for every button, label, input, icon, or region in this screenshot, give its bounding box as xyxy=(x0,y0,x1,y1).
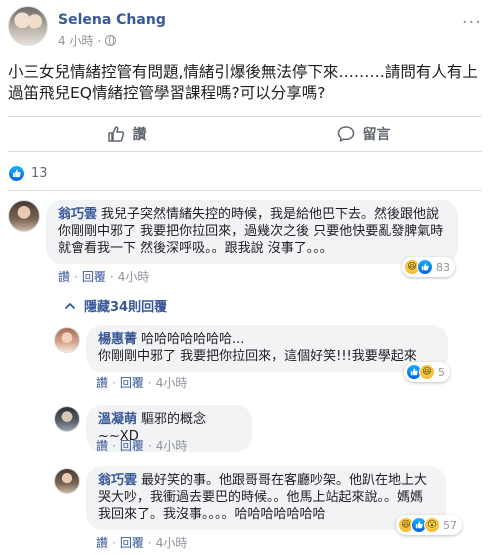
comment-time[interactable]: 4小時 xyxy=(118,268,150,285)
reply-reactions[interactable]: 😆 😮 57 xyxy=(396,515,462,535)
comment-label: 留言 xyxy=(362,127,391,143)
reply-text-line2: 你剛剛中邪了 我要把你拉回來，這個好笑!!!我要學起來 xyxy=(98,349,417,364)
like-reaction-icon xyxy=(8,164,25,182)
post-header: Selena Chang 4 小時 · ··· xyxy=(8,6,482,50)
post-meta: 4 小時 · xyxy=(58,32,117,49)
reply-like-link[interactable]: 讚 xyxy=(96,437,108,454)
post-action-bar: 讚 留言 xyxy=(8,116,482,152)
reply-time[interactable]: 4小時 xyxy=(156,437,188,454)
reply-reply-link[interactable]: 回覆 xyxy=(120,374,144,391)
haha-reaction-icon: 😆 xyxy=(419,364,435,380)
reply-actions: 讚 · 回覆 · 4小時 xyxy=(96,437,188,454)
like-button[interactable]: 讚 xyxy=(8,117,245,151)
comment-reaction-count: 83 xyxy=(436,260,450,274)
post-time[interactable]: 4 小時 xyxy=(58,32,93,49)
commenter-avatar[interactable] xyxy=(54,468,80,494)
reply-reactions[interactable]: 😆 5 xyxy=(404,362,450,382)
author-avatar[interactable] xyxy=(8,6,48,46)
comments-divider xyxy=(8,190,482,191)
thumbs-up-icon xyxy=(107,125,125,143)
like-label: 讚 xyxy=(132,127,147,143)
comment-reactions[interactable]: 😆 83 xyxy=(402,257,455,277)
commenter-name[interactable]: 楊惠菁 xyxy=(98,332,137,347)
wow-reaction-icon: 😮 xyxy=(424,517,440,533)
reply-like-link[interactable]: 讚 xyxy=(96,374,108,391)
commenter-avatar[interactable] xyxy=(54,406,80,432)
hidden-replies-link[interactable]: 隱藏34則回覆 xyxy=(64,296,167,315)
reply-arrow-icon xyxy=(64,300,76,312)
globe-icon xyxy=(105,35,117,46)
reaction-count: 13 xyxy=(31,165,48,181)
reply-reply-link[interactable]: 回覆 xyxy=(120,534,144,551)
post-text: 小三女兒情緒控管有問題,情緒引爆後無法停下來………請問有人有上過笛飛兒EQ情緒控… xyxy=(8,63,478,102)
reply-text-line1: 哈哈哈哈哈哈哈... xyxy=(141,332,245,347)
reply-bubble: 楊惠菁 哈哈哈哈哈哈哈... 你剛剛中邪了 我要把你拉回來，這個好笑!!!我要學起… xyxy=(86,325,448,372)
post-author-name[interactable]: Selena Chang xyxy=(58,12,166,28)
reactions-summary[interactable]: 13 xyxy=(8,162,48,184)
reply-actions: 讚 · 回覆 · 4小時 xyxy=(96,374,188,391)
comment-icon xyxy=(337,125,355,143)
reply-text: 最好笑的事。他跟哥哥在客廳吵架。他趴在地上大哭大吵，我衝過去要巴的時候。。他馬上… xyxy=(98,473,428,522)
commenter-avatar[interactable] xyxy=(54,327,80,353)
comment-bubble: 翁巧雲 我兒子突然情緒失控的時候，我是給他巴下去。然後跟他說 你剛剛中邪了 我要把… xyxy=(46,200,458,264)
reply-reply-link[interactable]: 回覆 xyxy=(120,437,144,454)
reply-like-link[interactable]: 讚 xyxy=(96,534,108,551)
commenter-avatar[interactable] xyxy=(8,200,40,232)
reply-actions: 讚 · 回覆 · 4小時 xyxy=(96,534,188,551)
comment-reply-link[interactable]: 回覆 xyxy=(82,268,106,285)
hidden-replies-label: 隱藏34則回覆 xyxy=(84,300,168,315)
reply-reaction-count: 57 xyxy=(443,518,457,532)
comment-text: 我兒子突然情緒失控的時候，我是給他巴下去。然後跟他說 你剛剛中邪了 我要把你拉回… xyxy=(58,207,444,256)
reply-time[interactable]: 4小時 xyxy=(156,534,188,551)
like-reaction-icon xyxy=(417,259,433,275)
more-options-icon[interactable]: ··· xyxy=(462,12,482,33)
commenter-name[interactable]: 翁巧雲 xyxy=(58,207,97,222)
comment-like-link[interactable]: 讚 xyxy=(58,268,70,285)
reply-time[interactable]: 4小時 xyxy=(156,374,188,391)
reply-bubble: 翁巧雲 最好笑的事。他跟哥哥在客廳吵架。他趴在地上大哭大吵，我衝過去要巴的時候。。… xyxy=(86,466,446,530)
commenter-name[interactable]: 翁巧雲 xyxy=(98,473,137,488)
commenter-name[interactable]: 溫凝萌 xyxy=(98,412,137,427)
comment-button[interactable]: 留言 xyxy=(245,117,482,151)
reply-reaction-count: 5 xyxy=(438,365,445,379)
comment-actions: 讚 · 回覆 · 4小時 xyxy=(58,268,150,285)
